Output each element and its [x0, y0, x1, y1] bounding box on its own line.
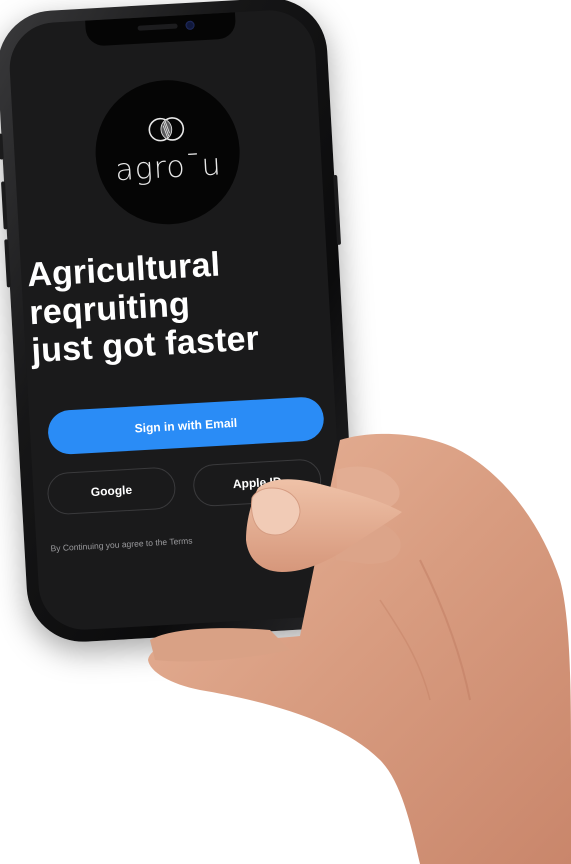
phone-device: agro¯u Agricultural reqruiting just got …	[0, 0, 360, 645]
volume-down-button	[4, 239, 11, 288]
overlapping-circles-icon	[148, 117, 185, 142]
notch	[85, 12, 237, 47]
app-screen: agro¯u Agricultural reqruiting just got …	[7, 7, 347, 633]
volume-up-button	[1, 181, 8, 230]
front-camera-icon	[185, 20, 195, 31]
hero-headline: Agricultural reqruiting just got faster	[26, 240, 326, 371]
photo-stage: agro¯u Agricultural reqruiting just got …	[0, 0, 571, 864]
google-sign-in-button[interactable]: Google	[46, 466, 177, 516]
app-logo: agro¯u	[91, 76, 244, 229]
power-button	[333, 174, 342, 245]
logo-wordmark: agro¯u	[114, 147, 223, 189]
sign-in-email-button[interactable]: Sign in with Email	[46, 395, 325, 456]
speaker-grille	[137, 23, 178, 31]
terms-notice: By Continuing you agree to the Terms	[50, 535, 193, 554]
apple-sign-in-button[interactable]: Apple ID	[192, 458, 323, 508]
mute-switch	[0, 133, 4, 160]
